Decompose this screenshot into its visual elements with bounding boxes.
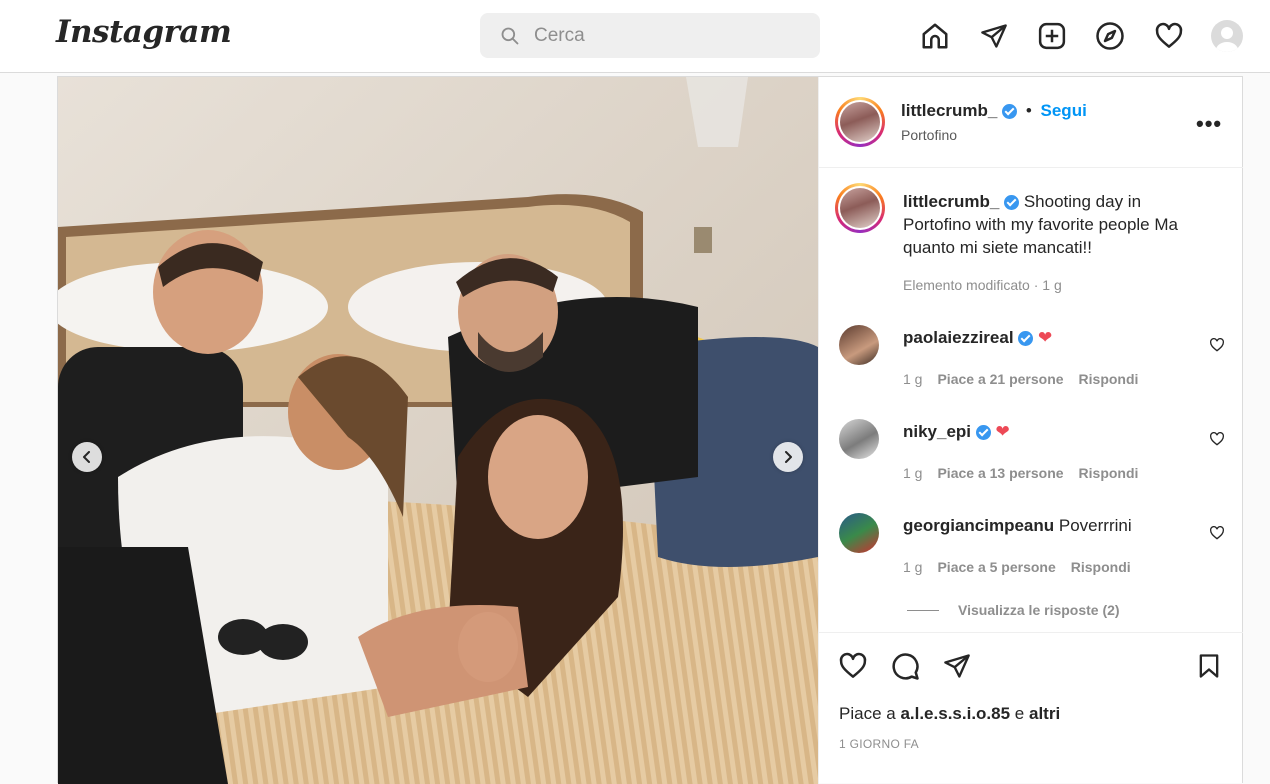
direct-icon[interactable] (978, 20, 1010, 52)
comment-avatar[interactable] (839, 325, 879, 365)
verified-badge-icon (975, 425, 991, 441)
replies-line (907, 609, 939, 611)
reply-button[interactable]: Rispondi (1071, 559, 1131, 575)
activity-icon[interactable] (1153, 20, 1185, 52)
comment: niky_epi ❤ (903, 422, 1010, 442)
chevron-right-icon (785, 451, 792, 463)
comment-age: 1 g (903, 465, 923, 481)
post-caption: littlecrumb_ Shooting day in Portofino w… (903, 190, 1203, 259)
comment-age: 1 g (903, 559, 923, 575)
comment-like-icon[interactable] (1209, 525, 1225, 541)
comment-like-icon[interactable] (1209, 337, 1225, 353)
post-image-illustration (58, 77, 818, 784)
carousel-next-button[interactable] (773, 442, 803, 472)
likes-prefix: Piace a (839, 704, 896, 723)
explore-icon[interactable] (1094, 20, 1126, 52)
comment-meta: 1 g Piace a 13 persone Rispondi (903, 465, 1138, 481)
comment-meta: 1 g Piace a 21 persone Rispondi (903, 371, 1138, 387)
profile-icon[interactable] (1211, 20, 1243, 52)
comment-icon (892, 653, 919, 680)
comment-avatar[interactable] (839, 513, 879, 553)
post-side-panel: littlecrumb_ • Segui Portofino ••• littl… (818, 77, 1243, 784)
comment-button[interactable] (889, 650, 921, 682)
caption-author-avatar[interactable] (835, 183, 885, 233)
likes-user-link[interactable]: a.l.e.s.s.i.o.85 (900, 704, 1010, 723)
author-username[interactable]: littlecrumb_ (901, 101, 997, 120)
comment-like-icon[interactable] (1209, 431, 1225, 447)
heart-icon (839, 652, 867, 678)
instagram-logo[interactable]: Instagram (56, 14, 232, 50)
actions-divider (819, 632, 1243, 633)
search-input[interactable] (534, 24, 784, 47)
view-replies-button[interactable]: Visualizza le risposte (2) (907, 602, 1120, 618)
search-icon (501, 27, 519, 44)
comment-meta: 1 g Piace a 5 persone Rispondi (903, 559, 1131, 575)
bookmark-icon (1199, 654, 1219, 678)
search-box[interactable] (480, 13, 820, 58)
post-card: littlecrumb_ • Segui Portofino ••• littl… (57, 76, 1243, 784)
reply-button[interactable]: Rispondi (1079, 465, 1139, 481)
likes-others-link[interactable]: altri (1029, 704, 1060, 723)
post-timestamp[interactable]: 1 GIORNO FA (839, 737, 919, 751)
comment-likes-link[interactable]: Piace a 5 persone (937, 559, 1055, 575)
share-button[interactable] (941, 650, 973, 682)
header-divider (819, 167, 1243, 168)
reply-button[interactable]: Rispondi (1079, 371, 1139, 387)
view-replies-label: Visualizza le risposte (2) (958, 602, 1120, 618)
caption-username[interactable]: littlecrumb_ (903, 192, 999, 211)
comment-text: Poverrrini (1058, 516, 1132, 535)
post-photo[interactable] (58, 77, 818, 784)
comment-text: ❤ (1038, 328, 1053, 347)
author-avatar[interactable] (835, 97, 885, 147)
chevron-left-icon (83, 451, 90, 463)
caption-meta: Elemento modificato · 1 g (903, 277, 1062, 293)
comment-likes-link[interactable]: Piace a 21 persone (937, 371, 1063, 387)
carousel-previous-button[interactable] (72, 442, 102, 472)
comment-likes-link[interactable]: Piace a 13 persone (937, 465, 1063, 481)
post-location[interactable]: Portofino (901, 127, 957, 143)
likes-summary: Piace a a.l.e.s.s.i.o.85 e altri (839, 704, 1060, 724)
comment-username[interactable]: georgiancimpeanu (903, 516, 1054, 535)
share-icon (944, 654, 970, 678)
comment: paolaiezzireal ❤ (903, 328, 1052, 348)
comment-text: ❤ (995, 422, 1010, 441)
new-post-icon[interactable] (1036, 20, 1068, 52)
comment-username[interactable]: niky_epi (903, 422, 971, 441)
verified-badge-icon (1018, 331, 1034, 347)
comment-username[interactable]: paolaiezzireal (903, 328, 1014, 347)
comment-age: 1 g (903, 371, 923, 387)
comment-avatar[interactable] (839, 419, 879, 459)
like-button[interactable] (837, 650, 869, 682)
header-separator: • (1025, 101, 1032, 120)
post-header: littlecrumb_ • Segui (901, 101, 1087, 121)
comment: georgiancimpeanu Poverrrini (903, 516, 1132, 536)
home-icon[interactable] (919, 20, 951, 52)
verified-badge-icon (1004, 195, 1020, 211)
likes-and: e (1014, 704, 1025, 723)
save-button[interactable] (1193, 650, 1225, 682)
follow-button[interactable]: Segui (1041, 101, 1087, 120)
verified-badge-icon (1002, 104, 1018, 120)
top-navigation-bar: Instagram (0, 0, 1270, 73)
more-options-icon[interactable]: ••• (1196, 111, 1222, 137)
